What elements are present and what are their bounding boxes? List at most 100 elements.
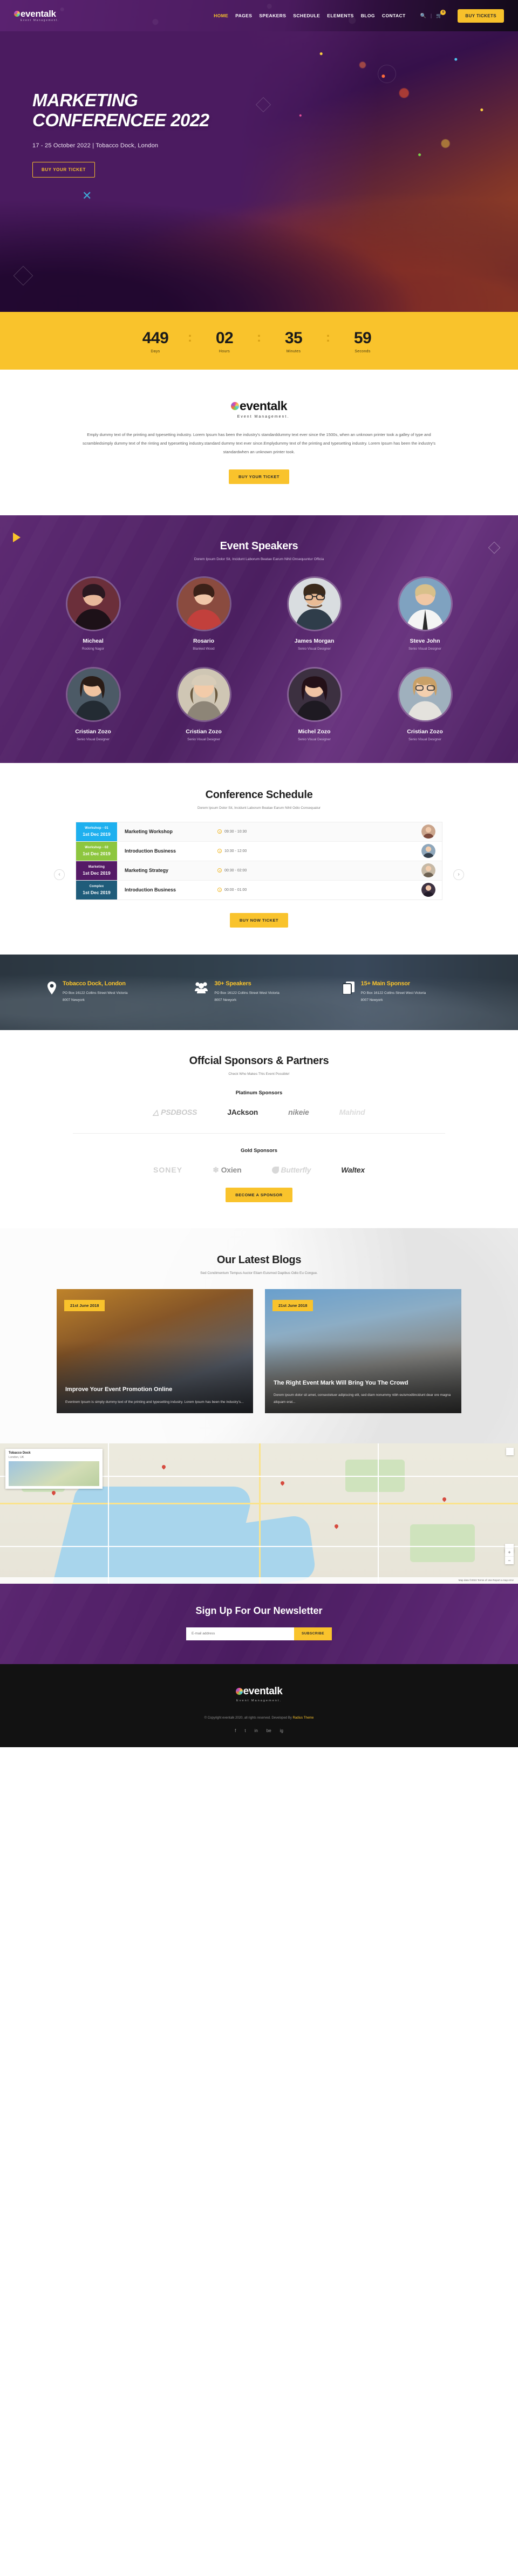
nav-item-speakers[interactable]: SPEAKERS	[259, 13, 286, 18]
schedule-badge: Complex 1st Dec 2019	[76, 880, 117, 899]
blog-date-badge: 21st June 2018	[64, 1299, 105, 1311]
logo-mark-icon	[235, 1688, 243, 1695]
buy-tickets-button[interactable]: BUY TICKETS	[458, 9, 504, 23]
sponsor-name: Oxien	[221, 1166, 242, 1175]
logo-mark-icon	[230, 402, 239, 410]
newsletter-subscribe-button[interactable]: SUBSCRIBE	[294, 1627, 332, 1640]
footer-credit-link[interactable]: Radius Theme	[292, 1716, 313, 1720]
footer-social-links: f t in be ig	[0, 1728, 518, 1733]
speakers-title: Event Speakers	[220, 540, 298, 552]
speaker-card[interactable]: Micheal Rocking Nagor	[38, 576, 148, 651]
schedule-tag: Workshop - 02	[85, 846, 108, 849]
sponsor-logo-soney[interactable]: SONEY	[153, 1166, 182, 1174]
triangle-icon: △	[153, 1107, 159, 1116]
schedule-tag: Marketing	[88, 865, 105, 869]
behance-icon[interactable]: be	[267, 1728, 271, 1733]
schedule-time: 00:30 - 02:00	[217, 868, 247, 873]
nav-item-pages[interactable]: PAGES	[235, 13, 252, 18]
speaker-role: Rocking Nagor	[82, 646, 104, 651]
twitter-icon[interactable]: t	[244, 1728, 246, 1733]
about-logo-wordmark: eventalk	[230, 399, 288, 413]
hero-buy-ticket-button[interactable]: BUY YOUR TICKET	[32, 161, 96, 178]
map-card-subtitle: London, UK	[9, 1455, 24, 1459]
sponsor-logo-mahind[interactable]: Mahind	[339, 1108, 365, 1116]
map-zoom-in-button[interactable]: +	[505, 1549, 514, 1557]
cart-icon[interactable]: 🛒 0	[436, 9, 446, 19]
blog-excerpt: Dorem ipsum dolor sit amet, consectetuer…	[274, 1393, 451, 1404]
speakers-subtitle: Dorem Ipsum Dolor Sit, Incidunt Laborum …	[194, 557, 324, 561]
map-park	[410, 1524, 475, 1562]
nav-item-contact[interactable]: CONTACT	[382, 13, 406, 18]
nav-item-elements[interactable]: ELEMENTS	[327, 13, 353, 18]
info-line1: PO Box 16122 Collins Street West Victori…	[214, 991, 280, 995]
schedule-prev-button[interactable]: ‹	[54, 869, 65, 880]
blogs-title: Our Latest Blogs	[216, 1253, 302, 1266]
table-row[interactable]: Marketing 1st Dec 2019 Marketing Strateg…	[76, 861, 442, 881]
countdown-seconds: 59 Seconds	[330, 330, 395, 354]
speaker-name: Steve John	[410, 637, 440, 644]
blog-title: Improve Your Event Promotion Online	[65, 1386, 173, 1393]
info-line2: 8007 Newyork	[214, 998, 237, 1002]
countdown-separator-1: :	[188, 330, 192, 345]
table-row[interactable]: Complex 1st Dec 2019 Introduction Busine…	[76, 880, 442, 899]
linkedin-icon[interactable]: in	[255, 1728, 258, 1733]
sponsor-logo-oxien[interactable]: ❄ Oxien	[213, 1166, 242, 1175]
sponsor-logo-psdboss[interactable]: △ PSDBOSS	[153, 1108, 197, 1117]
schedule-next-button[interactable]: ›	[453, 869, 464, 880]
speaker-card[interactable]: Rosario Blanked Wood	[148, 576, 259, 651]
sponsor-logo-waltex[interactable]: Waltex	[341, 1166, 365, 1174]
newsletter-email-input[interactable]	[186, 1627, 295, 1640]
footer-logo-tagline: Event Management.	[236, 1699, 282, 1703]
schedule-time-text: 09:30 - 10:30	[224, 829, 247, 834]
speaker-card[interactable]: Cristian Zozo Senio Visual Designer	[148, 666, 259, 741]
site-footer: eventalk Event Management. © Copyright e…	[0, 1664, 518, 1748]
speaker-card[interactable]: Michel Zozo Senio Visual Designer	[259, 666, 370, 741]
search-icon[interactable]: 🔍	[420, 13, 426, 19]
info-line1: PO Box 16122 Collins Street West Victori…	[63, 991, 128, 995]
schedule-date: 1st Dec 2019	[83, 850, 111, 856]
countdown-separator-3: :	[326, 330, 330, 345]
countdown-hours: 02 Hours	[192, 330, 257, 354]
butterfly-icon	[271, 1166, 279, 1174]
schedule-buy-ticket-button[interactable]: BUY NOW TICKET	[229, 912, 289, 928]
venue-map[interactable]: Tobacco Dock London, UK + − Map data ©20…	[0, 1443, 518, 1584]
sponsor-name: Mahind	[339, 1108, 365, 1117]
speaker-card[interactable]: James Morgan Senio Visual Designer	[259, 576, 370, 651]
speaker-name: Cristian Zozo	[186, 728, 222, 735]
speaker-card[interactable]: Cristian Zozo Senio Visual Designer	[370, 666, 480, 741]
map-info-card[interactable]: Tobacco Dock London, UK	[5, 1448, 103, 1489]
site-header: eventalk Event Management. HOME PAGES SP…	[0, 0, 518, 31]
table-row[interactable]: Workshop - 01 1st Dec 2019 Marketing Wor…	[76, 822, 442, 842]
site-logo[interactable]: eventalk Event Management.	[14, 9, 59, 22]
logo-wordmark: eventalk	[14, 9, 59, 18]
instagram-icon[interactable]: ig	[280, 1728, 283, 1733]
nav-item-home[interactable]: HOME	[214, 13, 228, 18]
sponsor-logo-jackson[interactable]: JAckson	[227, 1108, 258, 1116]
sponsor-logo-nikeie[interactable]: nikeie	[288, 1108, 309, 1116]
speaker-name: James Morgan	[294, 637, 335, 644]
sponsor-divider	[73, 1133, 445, 1134]
blog-card[interactable]: 21st June 2018 The Right Event Mark Will…	[265, 1289, 461, 1413]
schedule-session-name: Introduction Business	[125, 887, 176, 893]
schedule-section: Conference Schedule Dorem Ipsum Dolor Si…	[0, 762, 518, 955]
table-row[interactable]: Workshop - 02 1st Dec 2019 Introduction …	[76, 841, 442, 861]
footer-logo[interactable]: eventalk Event Management.	[0, 1686, 518, 1703]
info-line2: 8007 Newyork	[360, 998, 383, 1002]
map-road	[108, 1443, 109, 1584]
speaker-card[interactable]: Steve John Senio Visual Designer	[370, 576, 480, 651]
nav-item-schedule[interactable]: SCHEDULE	[293, 13, 320, 18]
nav-item-blog[interactable]: BLOG	[361, 13, 375, 18]
speaker-card[interactable]: Cristian Zozo Senio Visual Designer	[38, 666, 148, 741]
become-sponsor-button[interactable]: BECOME A SPONSOR	[226, 1187, 292, 1202]
map-road	[259, 1443, 261, 1584]
countdown-hours-label: Hours	[219, 350, 230, 353]
blog-card[interactable]: 21st June 2018 Improve Your Event Promot…	[57, 1289, 253, 1413]
sponsor-logo-butterfly[interactable]: Butterfly	[271, 1166, 311, 1174]
about-buy-ticket-button[interactable]: BUY YOUR TICKET	[229, 469, 289, 484]
clock-icon	[217, 868, 222, 873]
facebook-icon[interactable]: f	[235, 1728, 236, 1733]
avatar	[421, 844, 435, 858]
map-zoom-out-button[interactable]: −	[505, 1557, 514, 1564]
speakers-group-icon	[195, 982, 208, 996]
map-fullscreen-button[interactable]	[506, 1447, 514, 1455]
